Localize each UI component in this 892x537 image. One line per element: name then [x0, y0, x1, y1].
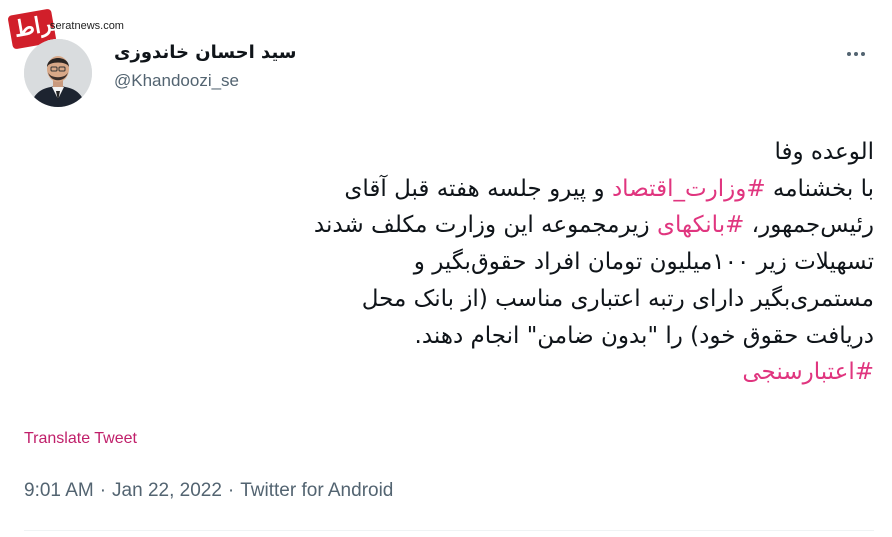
divider	[24, 530, 874, 531]
translate-tweet-link[interactable]: Translate Tweet	[24, 430, 137, 448]
tweet-text-fragment: زیرمجموعه این وزارت مکلف شدند	[313, 212, 657, 239]
dot	[861, 52, 865, 56]
author-handle[interactable]: @Khandoozi_se	[114, 71, 239, 91]
tweet-text: الوعده وفا با بخشنامه #وزارت_اقتصاد و پی…	[14, 134, 874, 391]
more-options-icon[interactable]	[836, 42, 876, 66]
tweet-text-fragment: رئیس‌جمهور،	[744, 212, 874, 239]
dot	[847, 52, 851, 56]
tweet-line: با بخشنامه #وزارت_اقتصاد و پیرو جلسه هفت…	[14, 171, 874, 208]
tweet-line: دریافت حقوق خود) را "بدون ضامن" انجام ده…	[414, 322, 874, 349]
avatar[interactable]	[24, 39, 92, 107]
tweet-meta: 9:01 AM · Jan 22, 2022 · Twitter for Android	[24, 480, 393, 502]
tweet-text-fragment: و پیرو جلسه هفته قبل آقای	[344, 175, 612, 202]
avatar-image	[24, 39, 92, 107]
tweet-line: الوعده وفا	[774, 139, 874, 165]
tweet-date-link[interactable]: Jan 22, 2022	[112, 480, 222, 501]
hashtag-link[interactable]: #اعتبارسنجی	[742, 359, 874, 385]
dot	[854, 52, 858, 56]
author-name[interactable]: سید احسان خاندوزی	[114, 42, 297, 63]
tweet-line: مستمری‌بگیر دارای رتبه اعتباری مناسب (از…	[361, 285, 874, 312]
tweet-line: #اعتبارسنجی	[14, 354, 874, 391]
tweet-time-link[interactable]: 9:01 AM	[24, 480, 94, 501]
hashtag-link[interactable]: #بانکهای	[657, 212, 744, 238]
separator: ·	[99, 480, 107, 501]
tweet-line: رئیس‌جمهور، #بانکهای زیرمجموعه این وزارت…	[14, 207, 874, 244]
tweet-line: تسهیلات زیر ۱۰۰میلیون تومان افراد حقوق‌ب…	[413, 249, 874, 276]
hashtag-link[interactable]: #وزارت_اقتصاد	[612, 176, 766, 202]
separator: ·	[227, 480, 235, 501]
watermark-site: seratnews.com	[50, 20, 124, 32]
tweet-text-fragment: با بخشنامه	[765, 175, 874, 202]
tweet-source-link[interactable]: Twitter for Android	[240, 480, 393, 501]
